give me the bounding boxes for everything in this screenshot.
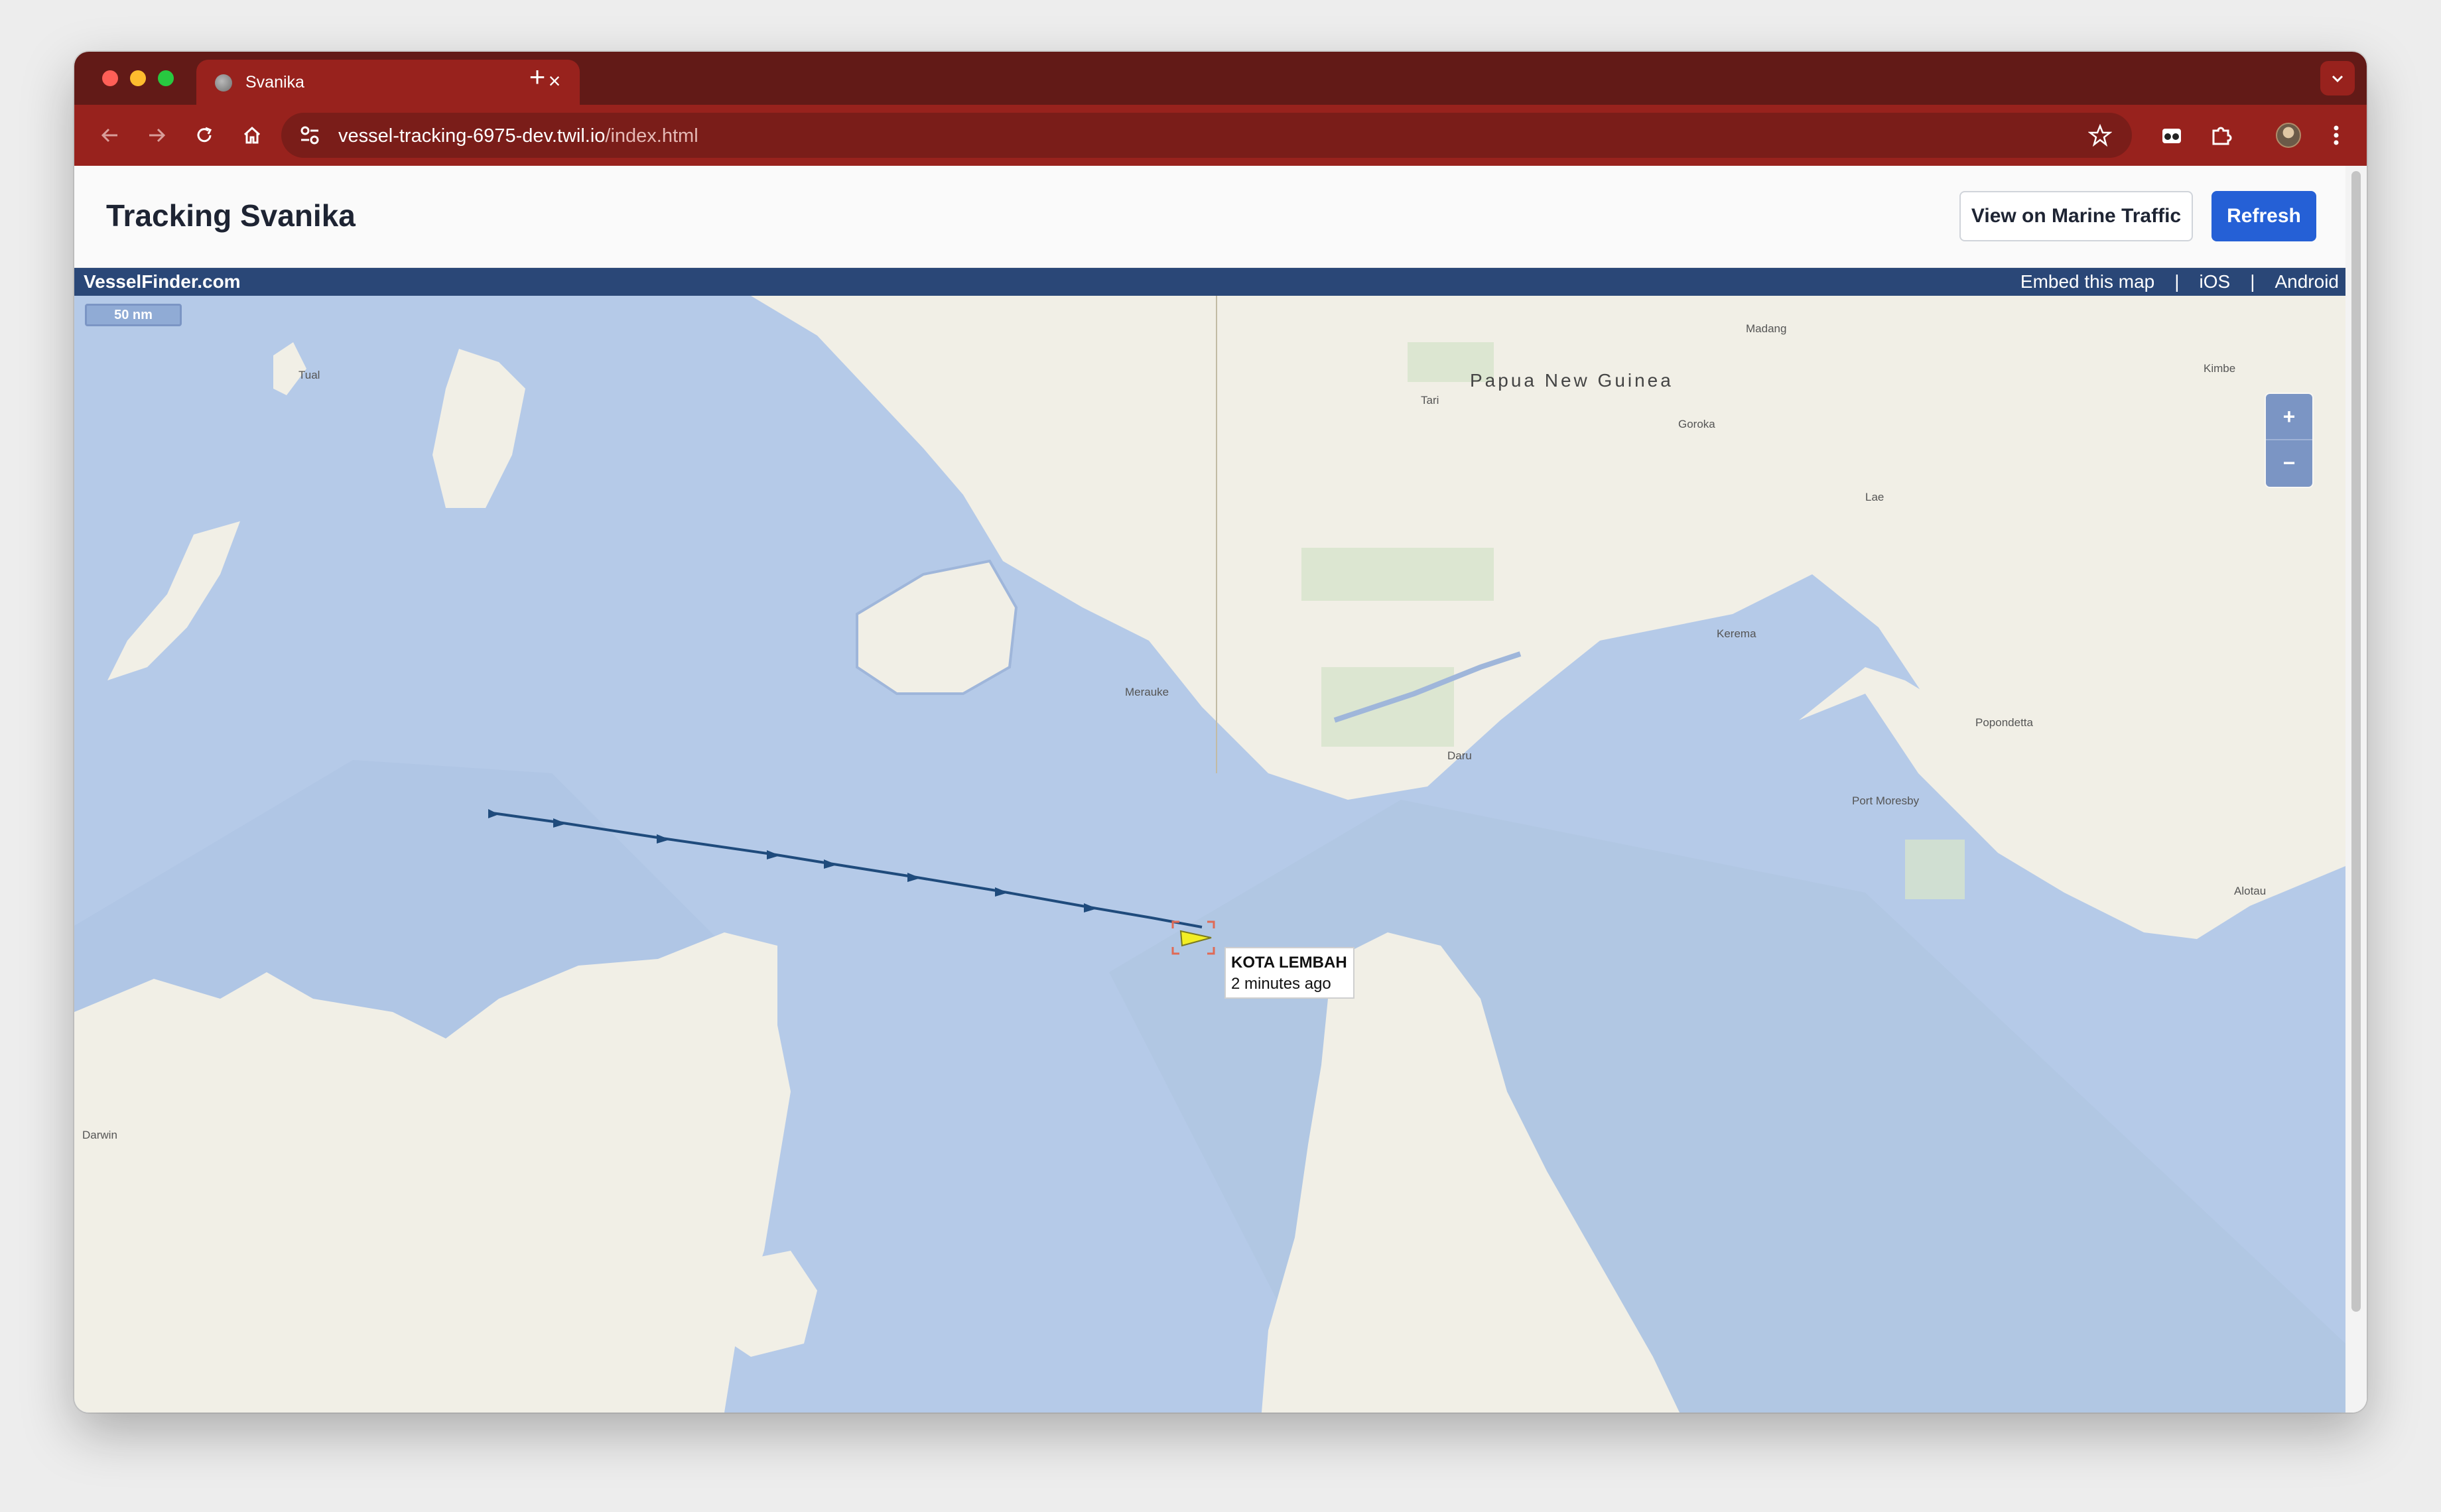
forward-button[interactable] — [139, 118, 174, 153]
site-settings-icon[interactable] — [298, 125, 321, 146]
url-host: vessel-tracking-6975-dev.twil.io — [338, 125, 606, 147]
browser-toolbar: vessel-tracking-6975-dev.twil.io/index.h… — [74, 105, 2367, 166]
map-scale: 50 nm — [85, 304, 182, 326]
vesselfinder-bar: VesselFinder.com Embed this map | iOS | … — [74, 268, 2345, 296]
back-button[interactable] — [93, 118, 127, 153]
vesselfinder-links: Embed this map | iOS | Android — [2020, 271, 2339, 292]
map-label-city: Darwin — [82, 1129, 117, 1141]
map-label-city: Lae — [1865, 491, 1884, 503]
new-tab-button[interactable]: + — [517, 57, 557, 97]
map-label-country: Papua New Guinea — [1470, 370, 1674, 391]
extension-button[interactable] — [2154, 118, 2189, 153]
chevron-down-icon — [2332, 75, 2343, 83]
reload-icon — [197, 127, 212, 143]
home-button[interactable] — [235, 118, 269, 153]
map-label-city: Popondetta — [1975, 716, 2033, 729]
puzzle-icon — [2212, 127, 2232, 145]
address-bar[interactable]: vessel-tracking-6975-dev.twil.io/index.h… — [281, 113, 2132, 158]
minimize-window-button[interactable] — [130, 70, 146, 86]
url-path: /index.html — [605, 125, 698, 147]
refresh-button[interactable]: Refresh — [2211, 191, 2316, 241]
map-label-city: Daru — [1447, 749, 1472, 762]
tab-search-button[interactable] — [2320, 61, 2355, 95]
zoom-control: + − — [2266, 394, 2312, 487]
scrollbar-thumb[interactable] — [2351, 171, 2361, 1312]
map-label-city: Tual — [298, 369, 320, 381]
extensions-menu-button[interactable] — [2204, 118, 2238, 153]
page-title: Tracking Svanika — [106, 198, 356, 233]
reload-button[interactable] — [187, 118, 222, 153]
android-link[interactable]: Android — [2275, 271, 2339, 292]
profile-button[interactable] — [2271, 118, 2306, 153]
incognito-glasses-icon — [2162, 129, 2181, 143]
bookmark-star-icon[interactable] — [2088, 123, 2112, 147]
vessel-name: KOTA LEMBAH — [1231, 954, 1347, 972]
ios-link[interactable]: iOS — [2200, 271, 2231, 292]
map-canvas[interactable] — [74, 296, 2345, 1413]
home-icon — [243, 126, 261, 144]
link-separator: | — [2250, 271, 2255, 292]
vessel-map[interactable]: 50 nm + − Papua New Guinea Madang Kimbe … — [74, 296, 2345, 1413]
maximize-window-button[interactable] — [158, 70, 174, 86]
avatar — [2276, 123, 2301, 148]
arrow-left-icon — [101, 128, 117, 143]
page-scrollbar[interactable] — [2345, 166, 2367, 1413]
browser-menu-button[interactable] — [2319, 118, 2353, 153]
map-label-city: Merauke — [1125, 686, 1169, 698]
map-label-city: Kerema — [1717, 627, 1756, 640]
zoom-in-button[interactable]: + — [2266, 394, 2312, 440]
vessel-last-seen: 2 minutes ago — [1231, 975, 1331, 993]
globe-icon — [215, 74, 232, 92]
arrow-right-icon — [149, 128, 166, 143]
map-label-city: Alotau — [2234, 885, 2267, 897]
tab-strip: Svanika × + — [74, 52, 2367, 105]
map-label-city: Goroka — [1678, 418, 1715, 430]
map-label-city: Madang — [1746, 322, 1787, 335]
url-text: vessel-tracking-6975-dev.twil.io/index.h… — [338, 125, 698, 147]
tab-title: Svanika — [245, 73, 304, 92]
browser-window: Svanika × + vessel-tracking-6975-dev.twi… — [74, 52, 2367, 1413]
view-on-marine-traffic-button[interactable]: View on Marine Traffic — [1959, 191, 2193, 241]
close-window-button[interactable] — [102, 70, 118, 86]
map-label-city: Kimbe — [2204, 362, 2236, 375]
more-vertical-icon — [2334, 125, 2339, 145]
page-content: Tracking Svanika View on Marine Traffic … — [74, 166, 2367, 1413]
link-separator: | — [2174, 271, 2180, 292]
embed-map-link[interactable]: Embed this map — [2020, 271, 2154, 292]
page-header: Tracking Svanika View on Marine Traffic … — [74, 166, 2367, 268]
map-label-city: Port Moresby — [1852, 794, 1920, 807]
vessel-info-label[interactable]: KOTA LEMBAH 2 minutes ago — [1224, 947, 1354, 999]
map-label-city: Tari — [1421, 394, 1439, 407]
vesselfinder-brand-link[interactable]: VesselFinder.com — [84, 271, 241, 292]
zoom-out-button[interactable]: − — [2266, 440, 2312, 487]
